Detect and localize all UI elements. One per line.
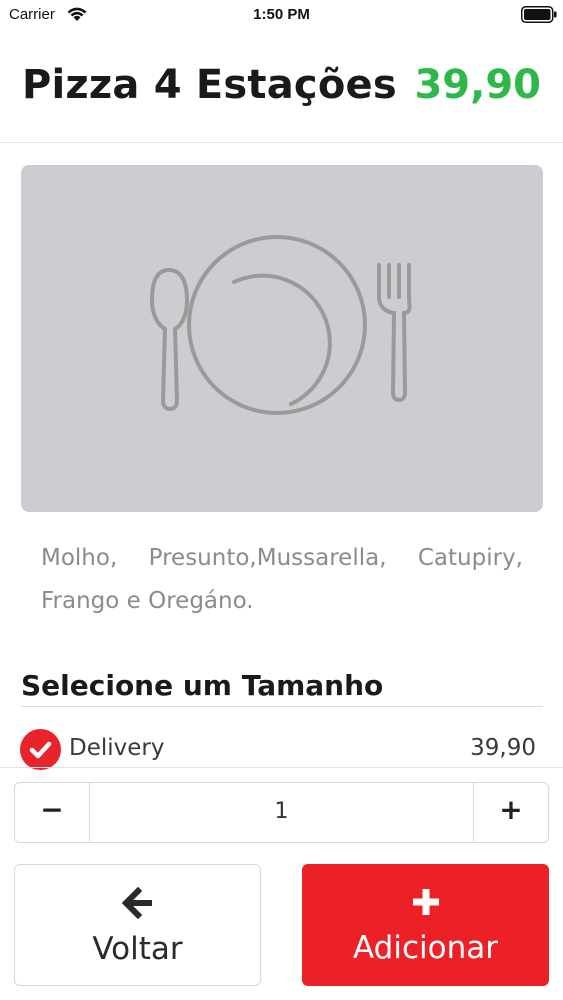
back-button-label: Voltar xyxy=(92,931,183,967)
quantity-value[interactable]: 1 xyxy=(90,799,473,824)
increase-quantity-button[interactable]: + xyxy=(473,783,548,842)
size-section-title: Selecione um Tamanho xyxy=(21,669,384,702)
battery-icon xyxy=(521,6,557,23)
product-header: Pizza 4 Estações 39,90 xyxy=(0,30,563,143)
plate-utensils-placeholder-icon xyxy=(149,235,412,415)
checkmark-circle-icon[interactable] xyxy=(20,729,61,770)
arrow-left-icon xyxy=(15,887,260,923)
size-option-delivery[interactable]: Delivery 39,90 xyxy=(0,726,563,770)
section-divider xyxy=(21,706,543,707)
quantity-stepper: − 1 + xyxy=(14,782,549,843)
minus-icon: − xyxy=(40,793,64,826)
add-button-label: Adicionar xyxy=(353,930,498,966)
product-image xyxy=(21,165,543,512)
product-price: 39,90 xyxy=(414,62,541,108)
back-button[interactable]: Voltar xyxy=(14,864,261,986)
status-bar: Carrier 1:50 PM xyxy=(0,0,563,30)
footer-divider xyxy=(0,767,563,768)
add-to-cart-button[interactable]: Adicionar xyxy=(302,864,549,986)
size-option-price: 39,90 xyxy=(470,735,536,761)
decrease-quantity-button[interactable]: − xyxy=(15,783,90,842)
plus-icon xyxy=(302,886,549,922)
clock-time: 1:50 PM xyxy=(253,6,310,23)
size-option-label: Delivery xyxy=(69,735,165,761)
plus-icon: + xyxy=(499,793,523,826)
product-title: Pizza 4 Estações xyxy=(22,62,397,108)
product-description: Molho, Presunto,Mussarella, Catupiry, Fr… xyxy=(41,545,523,614)
